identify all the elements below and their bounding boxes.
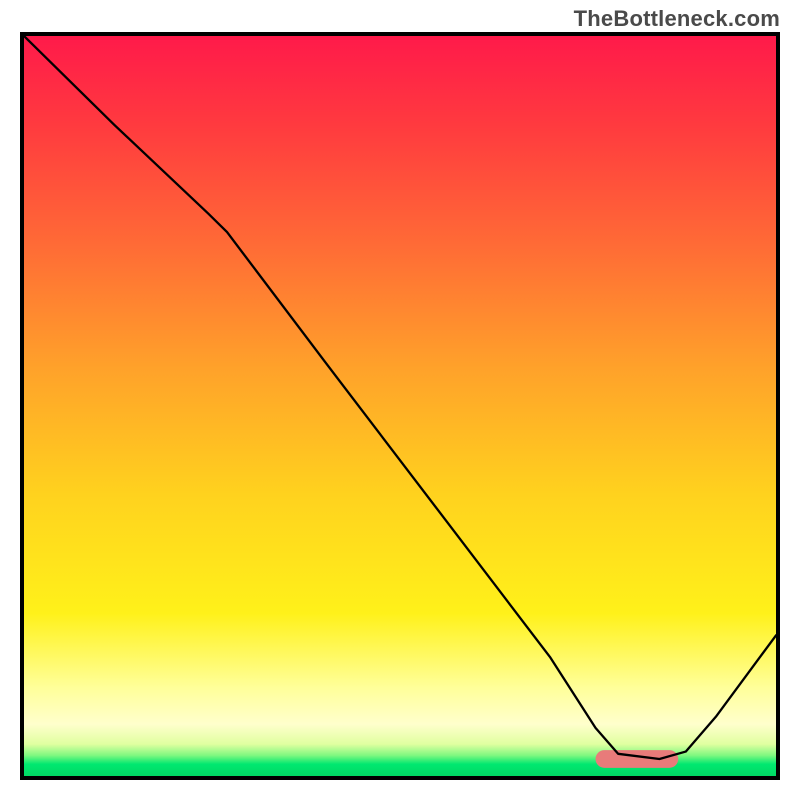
watermark-text: TheBottleneck.com bbox=[574, 6, 780, 32]
chart-frame bbox=[20, 32, 780, 780]
chart-plot-area bbox=[24, 36, 776, 776]
optimal-range-marker bbox=[596, 750, 679, 768]
